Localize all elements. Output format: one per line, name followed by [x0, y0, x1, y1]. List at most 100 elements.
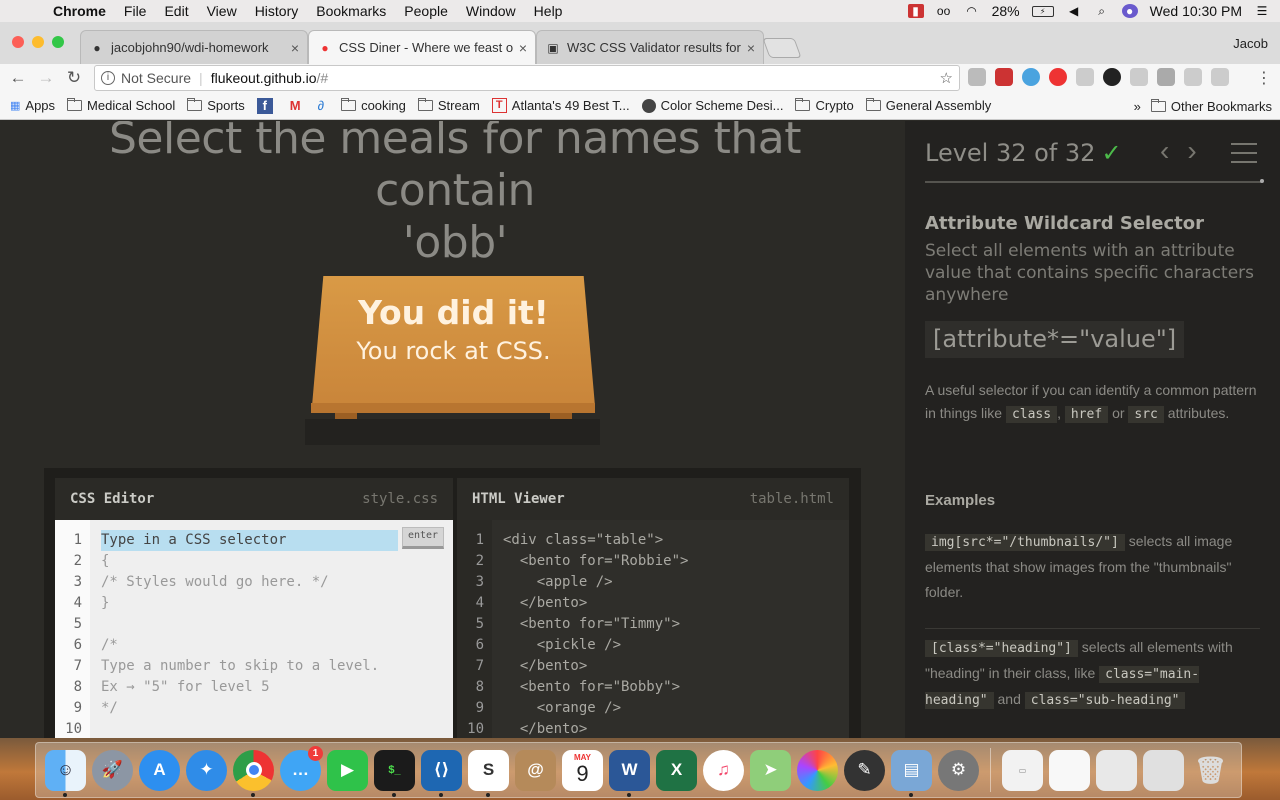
wifi-icon[interactable]: ◠	[964, 4, 980, 18]
previous-level-chevron-icon[interactable]: ‹	[1160, 135, 1169, 167]
blank-file-icon[interactable]	[1049, 749, 1090, 791]
downloads-stack-icon[interactable]	[1143, 749, 1184, 791]
address-bar[interactable]: i Not Secure | flukeout.github.io /# ☆	[94, 65, 960, 91]
notification-center-icon[interactable]: ☰	[1254, 4, 1270, 18]
tab-github[interactable]: ● jacobjohn90/wdi-homework ×	[80, 30, 308, 64]
enter-button[interactable]: enter	[402, 527, 444, 549]
zoom-window-button[interactable]	[52, 36, 64, 48]
reload-icon[interactable]: ↻	[60, 68, 88, 88]
next-level-chevron-icon[interactable]: ›	[1187, 135, 1196, 167]
chrome-menu-icon[interactable]: ⋮	[1256, 68, 1272, 88]
bookmark-cooking[interactable]: cooking	[341, 98, 406, 113]
safari-icon[interactable]: ✦	[186, 749, 227, 791]
bookmark-star-icon[interactable]: ☆	[940, 69, 953, 87]
html-file-icon[interactable]: ▭	[1002, 749, 1043, 791]
pdf-icon[interactable]: ▮	[907, 4, 924, 18]
dictionary-icon[interactable]: ✎	[844, 749, 885, 791]
chrome-icon[interactable]	[233, 749, 274, 797]
html-line[interactable]: <bento for="Timmy">	[503, 614, 841, 635]
bookmark-stream[interactable]: Stream	[417, 98, 480, 113]
bookmark-gmail[interactable]: M	[290, 98, 306, 113]
itunes-icon[interactable]: ♫	[703, 749, 744, 791]
spotlight-search-icon[interactable]: ⌕	[1094, 4, 1110, 18]
messages-icon[interactable]: … 1	[280, 745, 323, 791]
excel-icon[interactable]: X	[656, 749, 697, 791]
camera-extension-icon[interactable]	[1211, 68, 1229, 86]
cloud-extension-icon[interactable]	[1022, 68, 1040, 86]
bookmark-facebook[interactable]: f	[256, 97, 278, 114]
html-line[interactable]: <orange />	[503, 698, 841, 719]
trash-icon[interactable]: 🗑	[1190, 750, 1231, 791]
security-label[interactable]: Not Secure	[121, 70, 191, 86]
bookmark-general-assembly[interactable]: General Assembly	[865, 98, 991, 113]
html-line[interactable]: <apple />	[503, 572, 841, 593]
extension-5-icon[interactable]	[1076, 68, 1094, 86]
bookmark-extra[interactable]: ∂	[318, 98, 329, 113]
preview-icon[interactable]: ▤	[891, 749, 932, 797]
menu-history[interactable]: History	[246, 3, 308, 19]
vscode-icon[interactable]: ⟨⟩	[421, 749, 462, 797]
html-line[interactable]: <bento for="Robbie">	[503, 551, 841, 572]
slack-icon[interactable]: S	[468, 749, 509, 797]
info-icon[interactable]: i	[101, 71, 115, 85]
launchpad-icon[interactable]: 🚀	[92, 749, 133, 791]
bookmark-apps[interactable]: ▦ Apps	[10, 98, 55, 113]
html-line[interactable]: </bento>	[503, 593, 841, 614]
screenshot-stack-icon[interactable]	[1096, 749, 1137, 791]
contacts-icon[interactable]: @	[515, 749, 556, 791]
extension-7-icon[interactable]	[1130, 68, 1148, 86]
menu-window[interactable]: Window	[457, 3, 525, 19]
photos-icon[interactable]	[797, 749, 838, 791]
bookmark-atlanta[interactable]: T Atlanta's 49 Best T...	[491, 98, 630, 113]
maps-icon[interactable]: ➤	[750, 749, 791, 791]
record-extension-icon[interactable]	[1049, 68, 1067, 86]
extension-2-icon[interactable]	[995, 68, 1013, 86]
tab-w3c-validator[interactable]: ▣ W3C CSS Validator results for ×	[536, 30, 764, 64]
extension-9-icon[interactable]	[1184, 68, 1202, 86]
word-icon[interactable]: W	[609, 749, 650, 797]
battery-icon[interactable]: ⚡	[1031, 5, 1054, 17]
volume-icon[interactable]: ◀	[1066, 4, 1082, 18]
menu-clock[interactable]: Wed 10:30 PM	[1150, 3, 1242, 19]
finder-icon[interactable]: ☺	[45, 749, 86, 797]
terminal-icon[interactable]: $_	[374, 749, 415, 797]
siri-icon[interactable]: ●	[1121, 4, 1138, 18]
glasses-icon[interactable]: oo	[936, 4, 952, 18]
menu-view[interactable]: View	[198, 3, 246, 19]
close-tab-icon[interactable]: ×	[291, 40, 299, 56]
facetime-icon[interactable]: ▶	[327, 749, 368, 791]
close-window-button[interactable]	[12, 36, 24, 48]
html-line[interactable]: </bento>	[503, 656, 841, 677]
forward-arrow-icon[interactable]: →	[32, 68, 60, 88]
level-menu-hamburger-icon[interactable]	[1231, 143, 1257, 163]
menu-app-name[interactable]: Chrome	[44, 3, 115, 19]
html-line[interactable]: <bento for="Bobby">	[503, 677, 841, 698]
bookmarks-overflow-chevron-icon[interactable]: »	[1134, 99, 1141, 114]
extension-1-icon[interactable]	[968, 68, 986, 86]
extension-6-icon[interactable]	[1103, 68, 1121, 86]
close-tab-icon[interactable]: ×	[747, 40, 755, 56]
profile-name[interactable]: Jacob	[1233, 36, 1268, 51]
new-tab-button[interactable]	[762, 38, 802, 58]
menu-file[interactable]: File	[115, 3, 156, 19]
tab-css-diner[interactable]: ● CSS Diner - Where we feast on ×	[308, 30, 536, 64]
bookmark-crypto[interactable]: Crypto	[795, 98, 854, 113]
other-bookmarks[interactable]: Other Bookmarks	[1171, 99, 1272, 114]
calendar-icon[interactable]: MAY 9	[562, 749, 603, 791]
bookmark-color-scheme[interactable]: Color Scheme Desi...	[641, 98, 783, 113]
bookmark-medical-school[interactable]: Medical School	[67, 98, 175, 113]
menu-edit[interactable]: Edit	[155, 3, 197, 19]
html-line[interactable]: <div class="table">	[503, 530, 841, 551]
menu-people[interactable]: People	[395, 3, 457, 19]
menu-bookmarks[interactable]: Bookmarks	[307, 3, 395, 19]
menu-help[interactable]: Help	[525, 3, 572, 19]
html-line[interactable]: </bento>	[503, 719, 841, 738]
reddit-extension-icon[interactable]	[1157, 68, 1175, 86]
html-line[interactable]: <pickle />	[503, 635, 841, 656]
css-selector-input[interactable]: Type in a CSS selector	[101, 530, 398, 551]
system-preferences-icon[interactable]: ⚙	[938, 749, 979, 791]
close-tab-icon[interactable]: ×	[519, 40, 527, 56]
minimize-window-button[interactable]	[32, 36, 44, 48]
app-store-icon[interactable]: A	[139, 749, 180, 791]
bookmark-sports[interactable]: Sports	[187, 98, 245, 113]
